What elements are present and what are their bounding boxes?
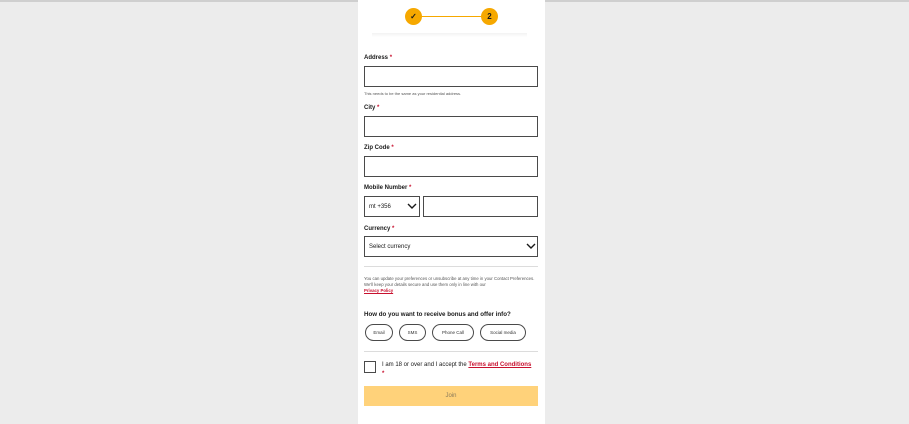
terms-link[interactable]: Terms and Conditions [468,362,531,368]
stepper-connector [420,16,482,17]
address-field[interactable] [364,66,538,87]
terms-checkbox[interactable] [364,361,376,373]
required-mark: * [392,226,395,232]
mobile-number-field[interactable] [423,196,538,217]
city-field[interactable] [364,116,538,137]
chevron-down-icon [526,243,536,249]
mobile-number-label: Mobile Number * [364,185,412,191]
currency-placeholder: Select currency [369,243,411,250]
address-label: Address * [364,55,393,61]
join-button[interactable]: Join [364,386,538,406]
required-mark: * [389,55,393,61]
stepper-divider [372,33,527,37]
address-hint: This needs to be the same as your reside… [364,91,462,96]
section-divider [364,351,538,352]
chevron-down-icon [407,203,417,209]
step-2-current: 2 [481,8,498,25]
offer-info-question: How do you want to receive bonus and off… [364,311,511,318]
section-divider [364,266,538,267]
currency-select[interactable]: Select currency [364,236,538,257]
city-label: City * [364,105,380,111]
required-mark: * [382,371,385,377]
preferences-note: You can update your preferences or unsub… [364,276,535,293]
terms-text: I am 18 or over and I accept the Terms a… [382,362,532,377]
zip-code-field[interactable] [364,156,538,177]
checkmark-icon: ✓ [410,12,417,21]
zip-code-label: Zip Code * [364,145,394,151]
option-email[interactable]: Email [365,324,393,341]
privacy-policy-link[interactable]: Privacy Policy [364,288,393,293]
country-code-value: mt +356 [369,203,391,210]
option-phone-call[interactable]: Phone Call [432,324,474,341]
required-mark: * [391,145,394,151]
currency-label: Currency * [364,226,395,232]
required-mark: * [377,105,380,111]
option-social-media[interactable]: Social media [480,324,526,341]
country-code-select[interactable]: mt +356 [364,196,420,217]
required-mark: * [409,185,412,191]
step-2-label: 2 [487,12,492,21]
option-sms[interactable]: SMS [399,324,426,341]
step-1-complete: ✓ [405,8,422,25]
